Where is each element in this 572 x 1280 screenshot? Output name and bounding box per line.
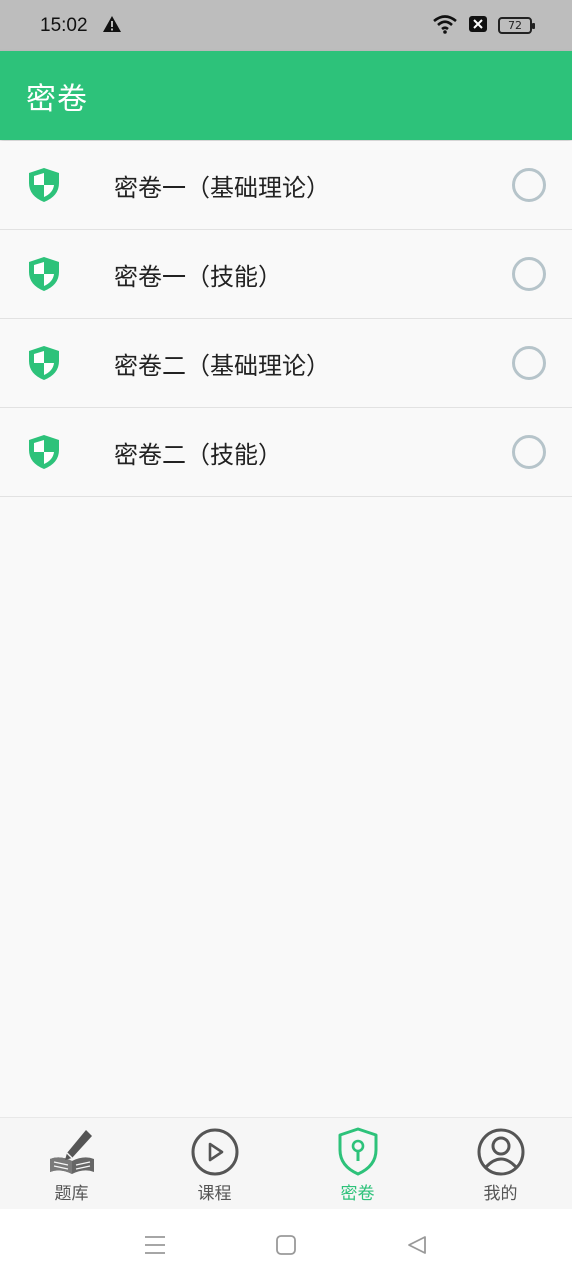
radio-button[interactable] [512, 168, 546, 202]
app-bar: 密卷 [0, 51, 572, 140]
play-circle-icon [189, 1126, 241, 1178]
list-item[interactable]: 密卷二（技能） [0, 408, 572, 497]
sim-off-icon [468, 15, 488, 37]
radio-button[interactable] [512, 435, 546, 469]
shield-icon [27, 167, 61, 203]
book-pen-icon [46, 1126, 98, 1178]
page-title: 密卷 [26, 81, 88, 117]
wifi-icon [432, 14, 458, 38]
list-item-label: 密卷二（基础理论） [114, 351, 330, 380]
status-bar: 15:02 72 [0, 0, 572, 51]
warning-icon [102, 15, 122, 37]
nav-item-secret-exam[interactable]: 密卷 [286, 1118, 429, 1210]
radio-button[interactable] [512, 346, 546, 380]
list-item[interactable]: 密卷二（基础理论） [0, 319, 572, 408]
nav-item-courses[interactable]: 课程 [143, 1118, 286, 1210]
list-item-label: 密卷二（技能） [114, 440, 282, 469]
list-item-label: 密卷一（基础理论） [114, 173, 330, 202]
shield-icon [27, 434, 61, 470]
home-icon[interactable] [266, 1225, 306, 1265]
list-item[interactable]: 密卷一（基础理论） [0, 141, 572, 230]
nav-label: 我的 [483, 1184, 518, 1204]
list-item[interactable]: 密卷一（技能） [0, 230, 572, 319]
shield-icon [27, 345, 61, 381]
shield-lock-icon [332, 1126, 384, 1178]
exam-list: 密卷一（基础理论） 密卷一（技能） 密卷二（基础理论） 密卷二（技能） [0, 141, 572, 497]
nav-label: 课程 [197, 1184, 232, 1204]
nav-label: 题库 [54, 1184, 89, 1204]
bottom-nav: 题库 课程 密卷 我的 [0, 1117, 572, 1209]
nav-item-question-bank[interactable]: 题库 [0, 1118, 143, 1210]
shield-icon [27, 256, 61, 292]
menu-icon[interactable] [135, 1225, 175, 1265]
system-nav-bar [0, 1209, 572, 1280]
status-time: 15:02 [40, 14, 88, 36]
list-item-label: 密卷一（技能） [114, 262, 282, 291]
radio-button[interactable] [512, 257, 546, 291]
user-icon [475, 1126, 527, 1178]
nav-item-profile[interactable]: 我的 [429, 1118, 572, 1210]
nav-label: 密卷 [340, 1184, 375, 1204]
back-icon[interactable] [397, 1225, 437, 1265]
battery-icon: 72 [498, 17, 535, 34]
